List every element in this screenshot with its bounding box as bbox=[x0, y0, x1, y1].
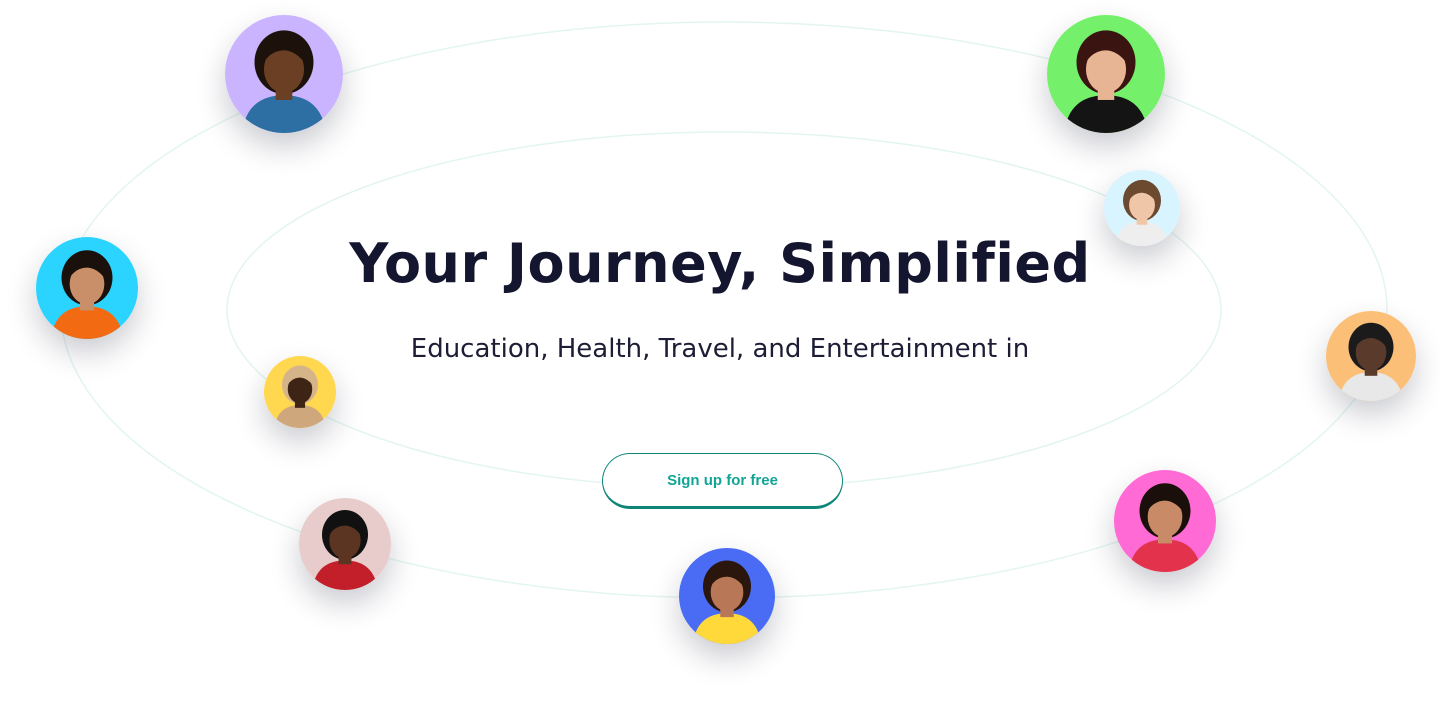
portrait-icon bbox=[1047, 15, 1165, 133]
portrait-icon bbox=[299, 498, 391, 590]
avatar-cyan bbox=[36, 237, 138, 339]
hero-section: Your Journey, Simplified Education, Heal… bbox=[0, 0, 1440, 706]
sign-up-button[interactable]: Sign up for free bbox=[602, 453, 843, 509]
page-subtitle: Education, Health, Travel, and Entertain… bbox=[410, 334, 1030, 364]
avatar-pink-gray bbox=[299, 498, 391, 590]
portrait-icon bbox=[36, 237, 138, 339]
portrait-icon bbox=[1114, 470, 1216, 572]
portrait-icon bbox=[679, 548, 775, 644]
avatar-purple bbox=[225, 15, 343, 133]
avatar-orange bbox=[1326, 311, 1416, 401]
portrait-icon bbox=[1326, 311, 1416, 401]
portrait-icon bbox=[1104, 170, 1180, 246]
portrait-icon bbox=[264, 356, 336, 428]
page-title: Your Journey, Simplified bbox=[349, 232, 1091, 295]
portrait-icon bbox=[225, 15, 343, 133]
avatar-blue bbox=[679, 548, 775, 644]
inner-orbit bbox=[226, 131, 1222, 489]
avatar-light-blue bbox=[1104, 170, 1180, 246]
avatar-green bbox=[1047, 15, 1165, 133]
avatar-yellow bbox=[264, 356, 336, 428]
avatar-magenta bbox=[1114, 470, 1216, 572]
